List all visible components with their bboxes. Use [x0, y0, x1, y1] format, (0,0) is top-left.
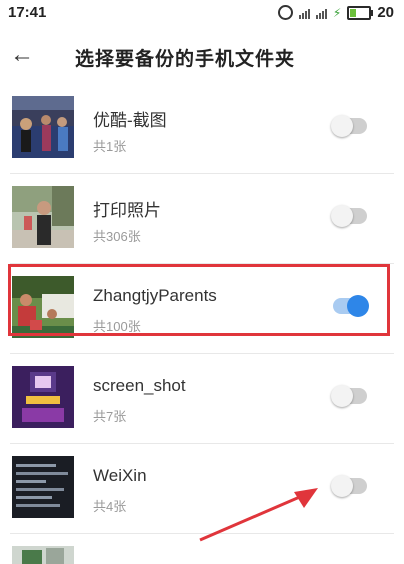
folder-name: WeiXin — [93, 466, 147, 485]
folder-name: 打印照片 — [93, 201, 161, 220]
folder-thumbnail — [12, 546, 74, 564]
folder-thumbnail — [12, 366, 74, 428]
folder-count: 共306张 — [93, 229, 141, 244]
folder-name: screen_shot — [93, 376, 186, 395]
top-app-bar: ← 选择要备份的手机文件夹 — [0, 26, 404, 84]
charging-icon: ⚡ — [332, 5, 342, 20]
list-item[interactable]: 打印照片 共306张 — [0, 174, 404, 264]
backup-toggle[interactable] — [331, 115, 367, 137]
annotation-arrow — [199, 488, 318, 542]
folder-count: 共1张 — [93, 139, 127, 154]
folder-thumbnail — [12, 96, 74, 158]
toggle-knob — [331, 115, 353, 137]
signal-icon — [298, 7, 310, 19]
toggle-knob — [331, 385, 353, 407]
status-time: 17:41 — [8, 4, 47, 21]
battery-level: 20 — [377, 4, 394, 21]
back-arrow-icon[interactable]: ← — [8, 41, 36, 69]
page-title: 选择要备份的手机文件夹 — [75, 49, 296, 70]
list-item[interactable]: 优酷-截图 共1张 — [0, 84, 404, 174]
alarm-icon — [277, 5, 293, 20]
status-bar: 17:41 ⚡ 20 — [0, 0, 404, 26]
folder-count: 共4张 — [93, 499, 127, 514]
battery-icon — [347, 5, 374, 20]
folder-thumbnail — [12, 186, 74, 248]
backup-toggle[interactable] — [331, 385, 367, 407]
folder-thumbnail — [12, 456, 74, 518]
backup-toggle[interactable] — [331, 475, 367, 497]
folder-name: 优酷-截图 — [93, 111, 167, 130]
signal-icon-2 — [315, 7, 327, 19]
toggle-knob — [331, 205, 353, 227]
backup-toggle[interactable] — [331, 205, 367, 227]
highlight-box — [8, 264, 390, 336]
folder-count: 共7张 — [93, 409, 127, 424]
toggle-knob — [331, 475, 353, 497]
list-item[interactable]: screen_shot 共7张 — [0, 354, 404, 444]
